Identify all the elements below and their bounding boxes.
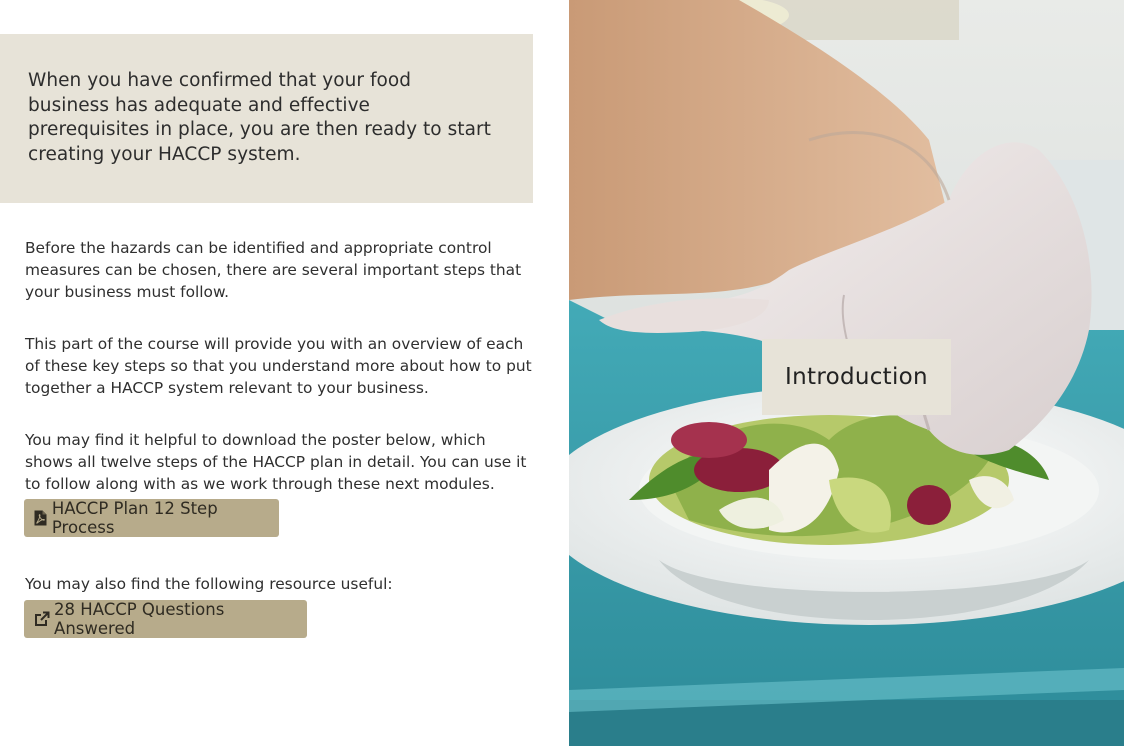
pdf-file-icon	[33, 509, 48, 527]
paragraph-steps: Before the hazards can be identified and…	[25, 239, 522, 301]
lesson-page: When you have confirmed that your food b…	[0, 0, 1124, 746]
paragraph-resource: You may also find the following resource…	[25, 575, 393, 593]
introduction-badge: Introduction	[762, 339, 951, 415]
haccp-questions-link-button[interactable]: 28 HACCP Questions Answered	[24, 600, 307, 638]
callout-text: When you have confirmed that your food b…	[28, 70, 491, 165]
paragraph-overview: This part of the course will provide you…	[25, 335, 532, 397]
external-link-icon	[33, 610, 50, 628]
paragraph-poster: You may find it helpful to download the …	[25, 431, 527, 493]
haccp-questions-button-label: 28 HACCP Questions Answered	[54, 600, 225, 638]
lesson-text-column: When you have confirmed that your food b…	[0, 0, 569, 746]
haccp-plan-download-button[interactable]: HACCP Plan 12 Step Process	[24, 499, 279, 537]
intro-callout: When you have confirmed that your food b…	[0, 34, 533, 203]
haccp-plan-button-label: HACCP Plan 12 Step Process	[51, 499, 218, 537]
